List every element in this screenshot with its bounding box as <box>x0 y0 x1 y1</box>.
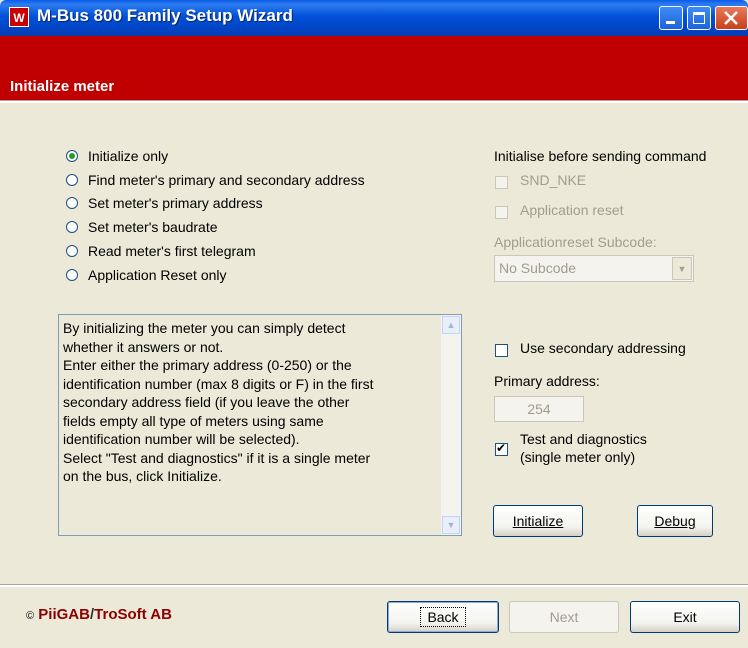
init-before-heading: Initialise before sending command <box>494 148 707 164</box>
radio-label: Set meter's primary address <box>88 195 263 211</box>
primary-address-label: Primary address: <box>494 373 600 389</box>
description-line: Enter either the primary address (0-250)… <box>63 357 352 373</box>
radio-application-reset-only[interactable]: Application Reset only <box>66 265 227 285</box>
snd-nke-checkbox[interactable] <box>495 176 508 189</box>
minimize-icon <box>666 21 675 24</box>
secondary-addressing-label: Use secondary addressing <box>520 340 686 356</box>
radio-label: Initialize only <box>88 148 169 164</box>
radio-button[interactable] <box>66 221 78 233</box>
subcode-select[interactable]: No Subcode ▼ <box>494 255 694 282</box>
radio-button[interactable] <box>66 269 78 281</box>
company-trosoft: TroSoft AB <box>94 606 172 623</box>
close-button[interactable] <box>715 6 748 30</box>
test-diagnostics-sublabel: (single meter only) <box>520 449 636 465</box>
maximize-icon <box>693 12 705 24</box>
maximize-button[interactable] <box>687 6 711 30</box>
page-title: Initialize meter <box>10 78 115 95</box>
radio-label: Read meter's first telegram <box>88 243 256 259</box>
copyright-symbol: © <box>26 610 35 622</box>
radio-read-first-telegram[interactable]: Read meter's first telegram <box>66 241 256 261</box>
radio-set-primary-address[interactable]: Set meter's primary address <box>66 193 263 213</box>
app-icon: W <box>9 7 29 27</box>
initialize-button-label: Initialize <box>512 513 564 529</box>
radio-button[interactable] <box>66 197 78 209</box>
description-textbox[interactable]: By initializing the meter you can simply… <box>58 314 462 536</box>
description-line: identification number will be selected). <box>63 431 300 447</box>
footer-divider <box>0 584 748 587</box>
radio-initialize-only[interactable]: Initialize only <box>66 146 168 166</box>
secondary-addressing-checkbox[interactable] <box>495 344 508 357</box>
snd-nke-label: SND_NKE <box>520 172 587 188</box>
radio-button[interactable] <box>66 174 78 186</box>
minimize-button[interactable] <box>659 6 683 30</box>
subcode-label: Applicationreset Subcode: <box>494 234 657 250</box>
radio-button[interactable] <box>66 245 78 257</box>
next-button[interactable]: Next <box>509 601 619 633</box>
description-line: identification number (max 8 digits or F… <box>63 375 374 392</box>
description-line: on the bus, click Initialize. <box>63 468 222 484</box>
radio-label: Find meter's primary and secondary addre… <box>88 172 365 188</box>
next-button-label: Next <box>549 609 579 625</box>
description-scrollbar[interactable]: ▲ ▼ <box>441 315 461 535</box>
description-line: Select "Test and diagnostics" if it is a… <box>63 449 371 466</box>
radio-label: Application Reset only <box>88 267 227 283</box>
header-divider <box>0 100 748 103</box>
window-title: M-Bus 800 Family Setup Wizard <box>37 6 293 25</box>
test-diagnostics-label: Test and diagnostics <box>520 431 647 447</box>
description-text: By initializing the meter you can simply… <box>63 319 435 486</box>
test-diagnostics-checkbox[interactable] <box>495 441 508 456</box>
description-line: whether it answers or not. <box>63 338 224 355</box>
exit-button-label: Exit <box>673 609 697 625</box>
back-button[interactable]: Back <box>387 601 499 633</box>
description-line: fields empty all type of meters using sa… <box>63 412 324 429</box>
radio-label: Set meter's baudrate <box>88 219 218 235</box>
debug-button[interactable]: Debug <box>637 505 713 537</box>
exit-button[interactable]: Exit <box>630 601 740 633</box>
description-line: By initializing the meter you can simply… <box>63 320 346 336</box>
radio-button[interactable] <box>66 150 78 162</box>
debug-button-label: Debug <box>654 513 696 529</box>
company-footer: © PiiGAB/TroSoft AB <box>26 606 172 623</box>
scroll-down-arrow-icon[interactable]: ▼ <box>442 516 460 534</box>
initialize-button[interactable]: Initialize <box>493 505 583 537</box>
primary-address-input[interactable]: 254 <box>494 396 584 422</box>
radio-find-addresses[interactable]: Find meter's primary and secondary addre… <box>66 170 365 190</box>
chevron-down-icon[interactable]: ▼ <box>672 257 692 280</box>
title-bar[interactable]: W M-Bus 800 Family Setup Wizard <box>0 0 748 36</box>
radio-set-baudrate[interactable]: Set meter's baudrate <box>66 217 218 237</box>
company-piigab: PiiGAB <box>38 606 90 623</box>
back-button-label: Back <box>420 607 466 627</box>
scroll-up-arrow-icon[interactable]: ▲ <box>442 316 460 334</box>
subcode-value: No Subcode <box>499 260 577 276</box>
description-line: secondary address field (if you leave th… <box>63 394 350 410</box>
application-reset-checkbox[interactable] <box>495 206 508 219</box>
close-icon <box>724 11 738 25</box>
application-reset-label: Application reset <box>520 202 624 218</box>
